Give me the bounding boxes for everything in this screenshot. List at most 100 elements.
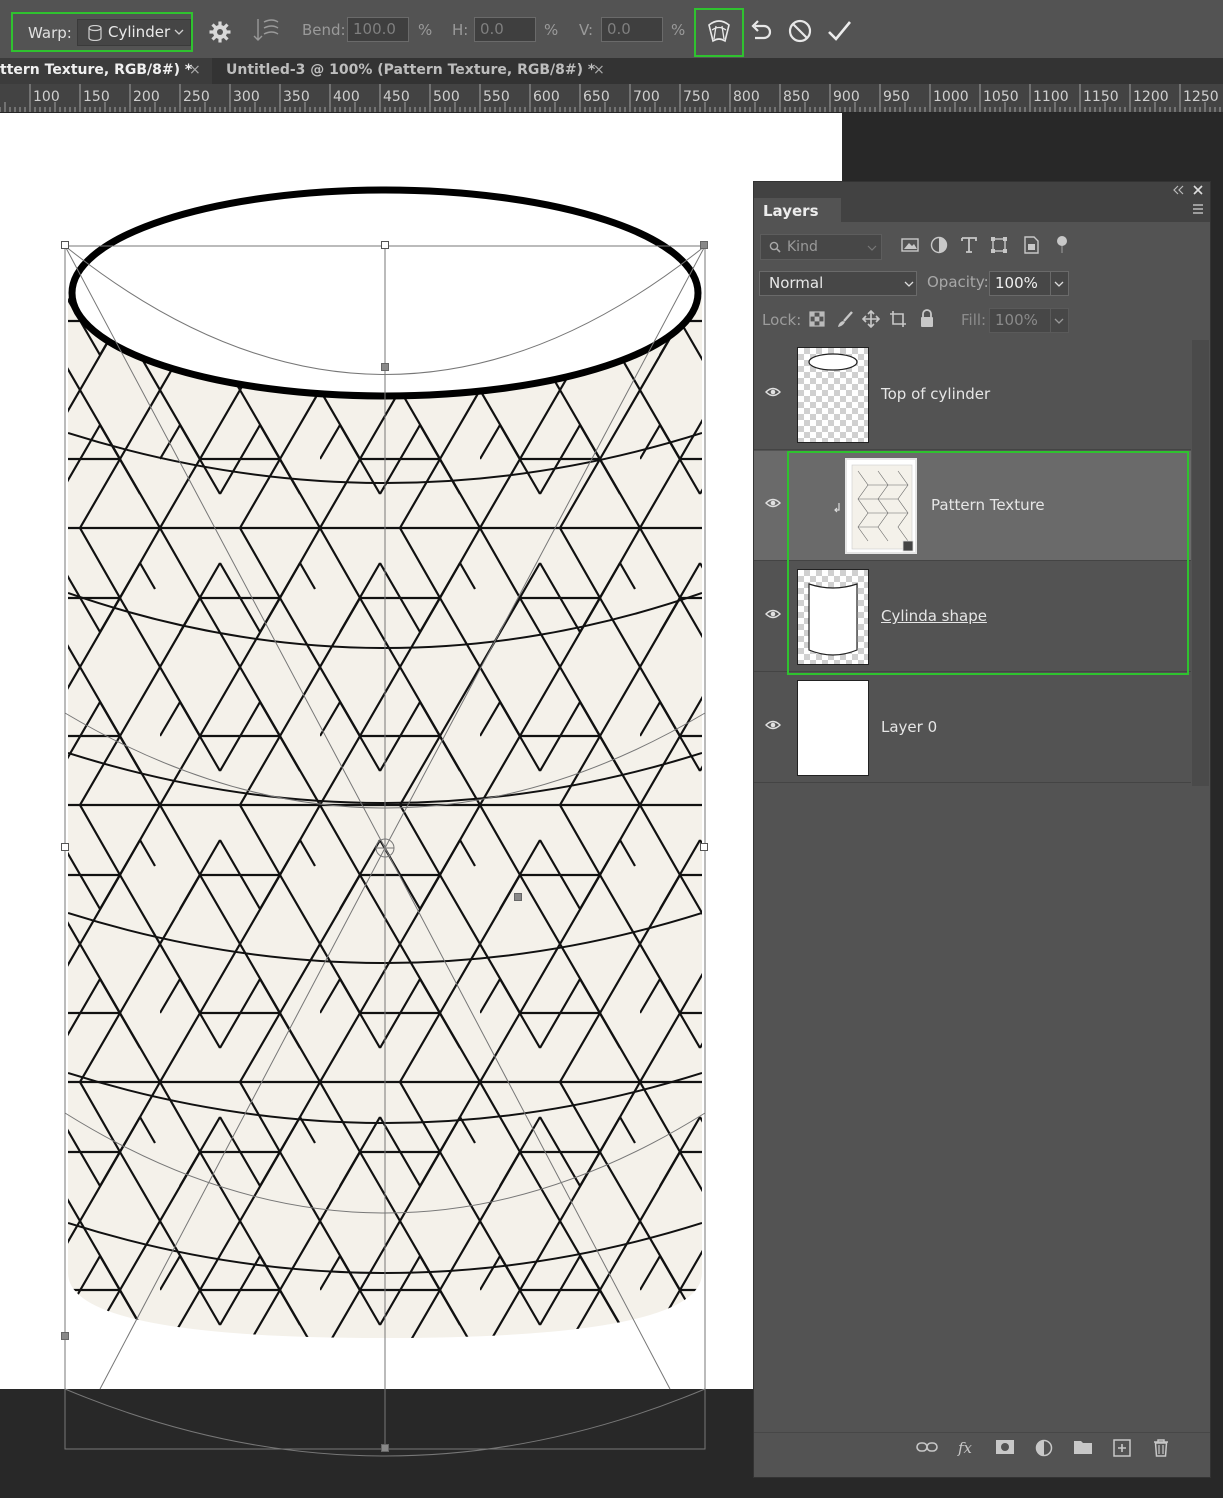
ruler-label: 900 <box>833 89 860 105</box>
fill-label: Fill: <box>961 311 987 329</box>
close-icon[interactable]: × <box>189 62 201 78</box>
layer-name: Top of cylinder <box>881 385 991 403</box>
warp-toggle-icon[interactable] <box>705 17 733 45</box>
divider <box>1050 272 1051 295</box>
transform-handle[interactable] <box>381 363 389 371</box>
ruler-label: 1100 <box>1033 89 1069 105</box>
lock-all-icon[interactable] <box>919 309 935 328</box>
lock-artboard-icon[interactable] <box>889 310 907 328</box>
warp-control-point[interactable] <box>514 893 522 901</box>
eye-icon[interactable] <box>765 608 781 620</box>
ruler-label: 950 <box>883 89 910 105</box>
transform-handle[interactable] <box>700 241 708 249</box>
layer-row-top-of-cylinder[interactable]: Top of cylinder <box>754 340 1191 450</box>
lock-image-brush-icon[interactable] <box>836 310 854 328</box>
tab-label: Untitled-3 @ 100% (Pattern Texture, RGB/… <box>226 62 596 78</box>
tab-layers[interactable]: Layers <box>754 198 841 222</box>
eye-icon[interactable] <box>765 497 781 509</box>
tab-pattern-texture[interactable]: ttern Texture, RGB/8#) * × <box>0 58 212 84</box>
collapse-icon[interactable] <box>1172 185 1184 195</box>
cancel-icon[interactable] <box>788 19 812 43</box>
transform-handle[interactable] <box>61 843 69 851</box>
fill-field[interactable]: 100% <box>989 308 1069 333</box>
ruler-label: 600 <box>533 89 560 105</box>
ruler-label: 400 <box>333 89 360 105</box>
layers-tab-label: Layers <box>763 202 819 220</box>
warp-style-value: Cylinder <box>108 23 171 41</box>
lock-position-move-icon[interactable] <box>862 310 880 328</box>
close-icon[interactable]: × <box>593 62 605 78</box>
ruler-label: 700 <box>633 89 660 105</box>
filter-smart-object-icon[interactable] <box>1022 236 1040 254</box>
undo-icon[interactable] <box>749 18 773 44</box>
v-field[interactable]: 0.0 <box>601 17 663 42</box>
ruler-label: 500 <box>433 89 460 105</box>
transform-handle[interactable] <box>700 843 708 851</box>
panel-menu-icon[interactable] <box>1192 204 1204 214</box>
layer-thumbnail <box>797 347 869 443</box>
gear-icon[interactable] <box>208 20 232 44</box>
bend-field[interactable]: 100.0 <box>347 17 409 42</box>
h-percent: % <box>544 21 559 39</box>
svg-text:fx: fx <box>957 1439 973 1457</box>
layer-filter-kind[interactable]: Kind <box>760 234 882 260</box>
layers-scrollbar[interactable] <box>1192 340 1209 786</box>
panel-bottom-toolbar: fx <box>754 1432 1210 1463</box>
filter-toggle-icon[interactable] <box>1055 235 1069 255</box>
ruler-label: 650 <box>583 89 610 105</box>
v-percent: % <box>671 21 686 39</box>
close-icon[interactable] <box>1193 185 1203 195</box>
ruler-label: 800 <box>733 89 760 105</box>
eye-icon[interactable] <box>765 386 781 398</box>
trash-icon[interactable] <box>1152 1439 1170 1457</box>
h-label: H: <box>452 21 469 39</box>
h-field[interactable]: 0.0 <box>474 17 536 42</box>
commit-check-icon[interactable] <box>826 18 852 44</box>
layer-name: Layer 0 <box>881 718 938 736</box>
transform-handle[interactable] <box>61 1332 69 1340</box>
folder-icon[interactable] <box>1073 1439 1093 1455</box>
ruler-label: 1000 <box>933 89 969 105</box>
layer-row-layer-0[interactable]: Layer 0 <box>754 673 1191 783</box>
link-layers-icon[interactable] <box>916 1439 938 1455</box>
chevron-down-icon <box>1054 318 1064 324</box>
tab-label: ttern Texture, RGB/8#) * <box>0 62 193 78</box>
new-layer-icon[interactable] <box>1113 1439 1131 1457</box>
divider <box>1050 309 1051 332</box>
horizontal-ruler[interactable]: 100 150 200 250 300 350 400 450 500 550 600 650 700 7… <box>0 84 1223 113</box>
warp-group-highlight: Warp: Cylinder <box>11 12 193 52</box>
transform-handle[interactable] <box>381 1444 389 1452</box>
lock-label: Lock: <box>762 311 802 329</box>
filter-type-icon[interactable] <box>960 236 978 254</box>
fx-icon[interactable]: fx <box>957 1439 977 1457</box>
bend-percent: % <box>418 21 433 39</box>
eye-icon[interactable] <box>765 719 781 731</box>
ruler-label: 850 <box>783 89 810 105</box>
filter-shape-icon[interactable] <box>990 236 1008 254</box>
warp-style-dropdown[interactable]: Cylinder <box>77 19 191 46</box>
filter-pixel-icon[interactable] <box>901 237 919 253</box>
add-mask-icon[interactable] <box>995 1439 1015 1455</box>
fill-value: 100% <box>995 311 1038 329</box>
adjustment-layer-icon[interactable] <box>1035 1439 1053 1457</box>
ruler-label: 550 <box>483 89 510 105</box>
transform-handle[interactable] <box>381 241 389 249</box>
ruler-label: 100 <box>33 89 60 105</box>
warped-cylinder-artwork[interactable] <box>0 113 842 1498</box>
ruler-label: 350 <box>283 89 310 105</box>
transform-handle[interactable] <box>61 241 69 249</box>
filter-adjustment-icon[interactable] <box>930 236 948 254</box>
layers-panel: Layers Kind Normal Opacity: 100% Lock: F… <box>753 181 1211 1478</box>
ruler-label: 1200 <box>1133 89 1169 105</box>
lock-transparent-icon[interactable] <box>809 311 825 327</box>
tab-untitled-3[interactable]: Untitled-3 @ 100% (Pattern Texture, RGB/… <box>212 58 622 84</box>
ruler-label: 750 <box>683 89 710 105</box>
bend-label: Bend: <box>302 21 346 39</box>
opacity-field[interactable]: 100% <box>989 271 1069 296</box>
ruler-label: 1150 <box>1083 89 1119 105</box>
warp-orientation-icon[interactable] <box>252 16 280 44</box>
chevron-down-icon <box>867 245 877 251</box>
v-label: V: <box>579 21 594 39</box>
blend-mode-dropdown[interactable]: Normal <box>759 271 917 296</box>
chevron-down-icon <box>174 29 184 35</box>
